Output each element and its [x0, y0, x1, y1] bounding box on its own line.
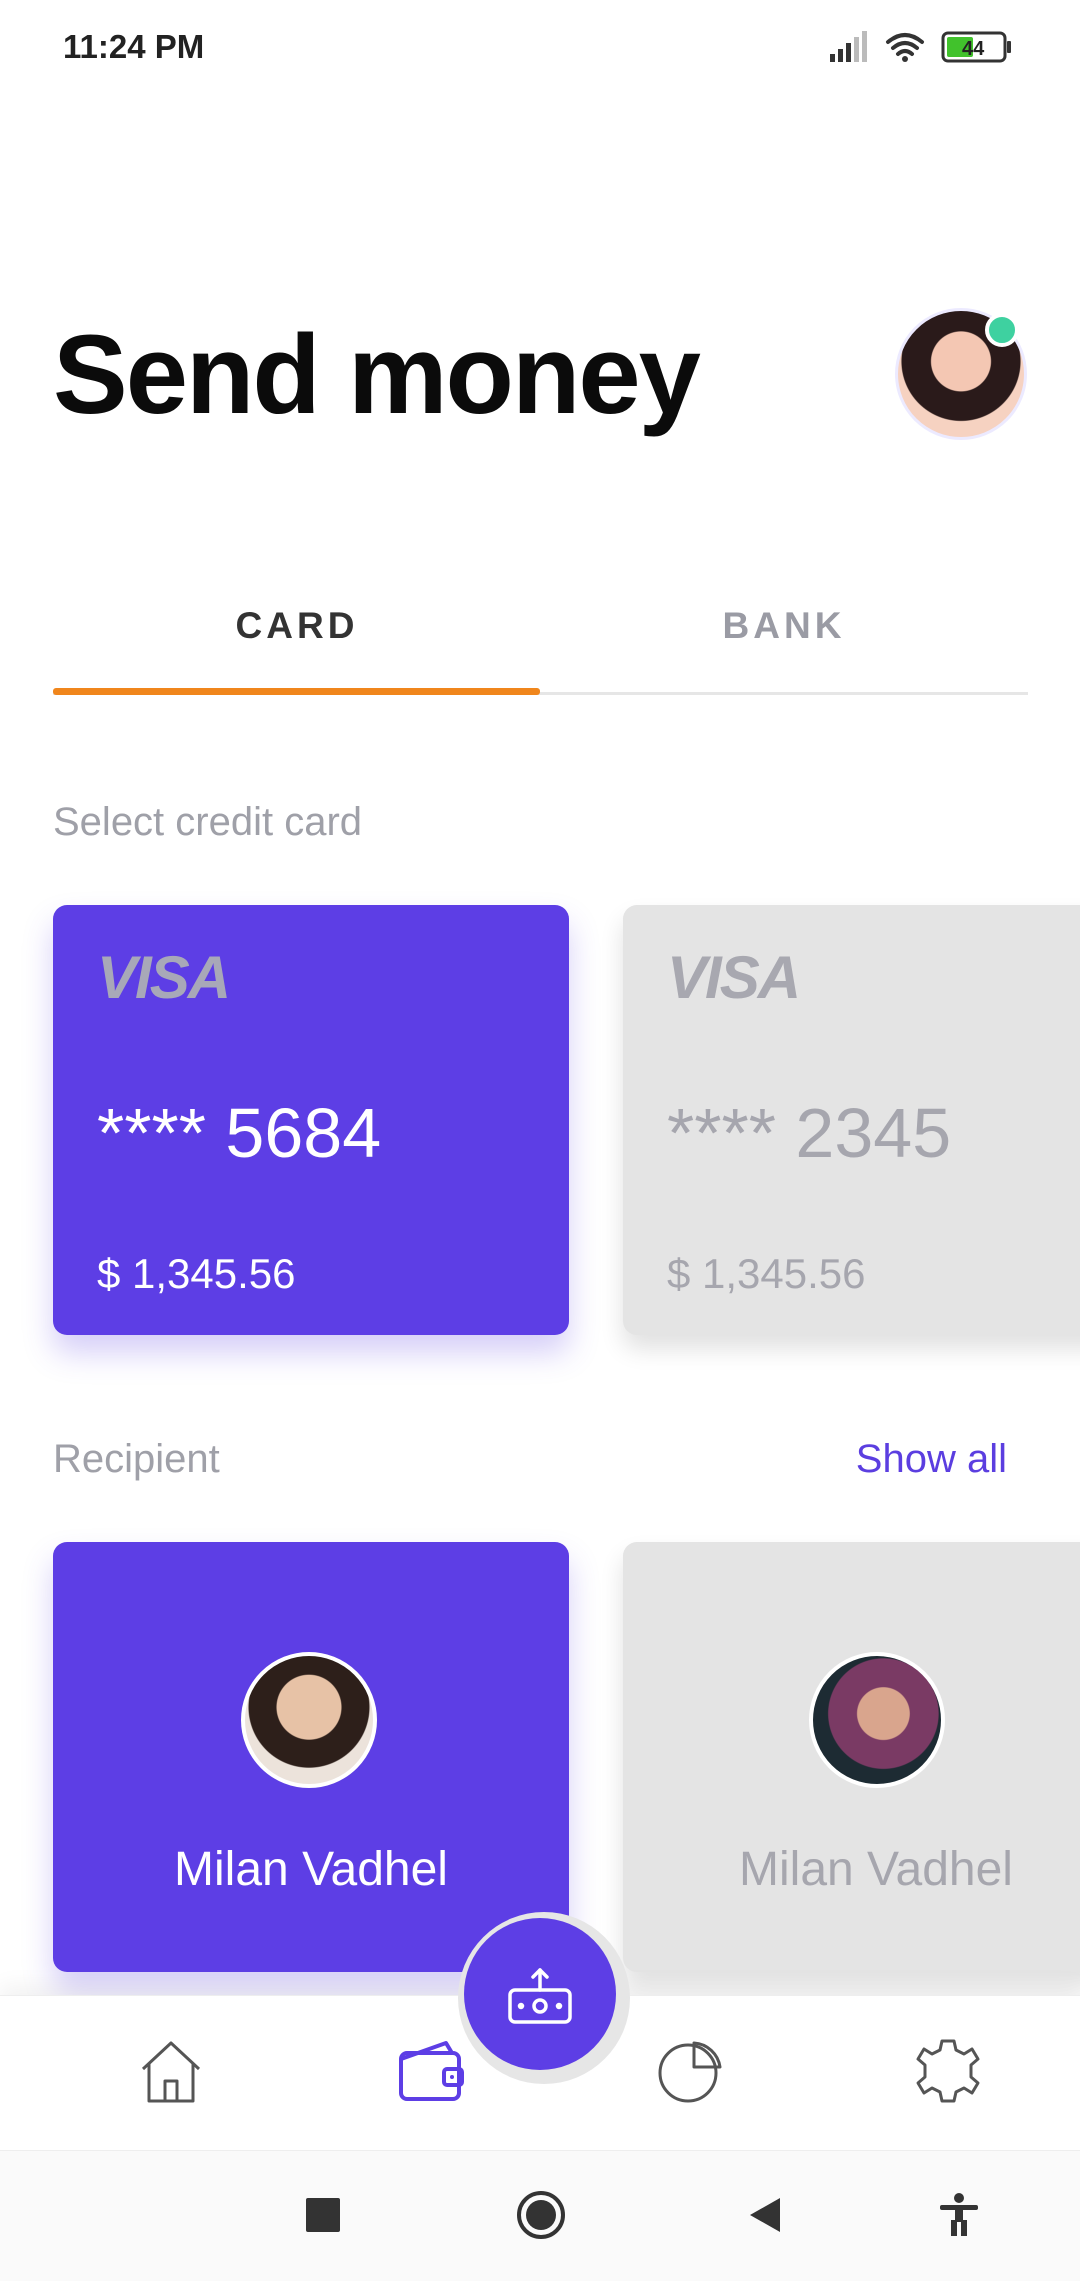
accessibility-icon[interactable]	[934, 2190, 984, 2240]
card-number: **** 5684	[97, 1094, 382, 1172]
tab-card[interactable]: CARD	[53, 605, 541, 647]
recent-apps-icon[interactable]	[298, 2190, 348, 2240]
battery-level: 44	[962, 38, 985, 60]
recipient-avatar	[809, 1652, 945, 1788]
recipient-name: Milan Vadhel	[174, 1843, 448, 1896]
wallet-icon[interactable]	[396, 2035, 468, 2107]
online-status-dot	[985, 313, 1019, 347]
status-time: 11:24 PM	[63, 28, 205, 65]
stats-icon[interactable]	[654, 2035, 726, 2107]
signal-icon	[830, 31, 867, 62]
card-balance: $ 1,345.56	[667, 1250, 866, 1297]
settings-icon[interactable]	[912, 2035, 984, 2107]
recipient-card[interactable]: Milan Vadhel	[623, 1542, 1080, 1972]
battery-icon: 44	[941, 31, 1011, 63]
recipient-avatar	[241, 1652, 377, 1788]
select-card-label: Select credit card	[53, 800, 363, 844]
visa-logo: VISA	[667, 944, 801, 1011]
show-all-link[interactable]: Show all	[856, 1437, 1007, 1482]
recipient-name: Milan Vadhel	[739, 1843, 1013, 1896]
home-icon[interactable]	[135, 2035, 207, 2107]
recipient-label: Recipient	[53, 1437, 220, 1481]
send-money-button[interactable]	[464, 1918, 616, 2070]
credit-card-2345[interactable]: VISA **** 2345 $ 1,345.56	[623, 905, 1080, 1335]
wifi-icon	[886, 33, 924, 62]
card-number: **** 2345	[667, 1094, 952, 1172]
send-money-icon	[508, 1968, 572, 2024]
home-circle-icon[interactable]	[516, 2190, 566, 2240]
card-balance: $ 1,345.56	[97, 1250, 296, 1297]
page-title: Send money	[53, 312, 701, 437]
credit-card-5684[interactable]: VISA **** 5684 $ 1,345.56	[53, 905, 569, 1335]
back-icon[interactable]	[742, 2190, 792, 2240]
recipient-card[interactable]: Milan Vadhel	[53, 1542, 569, 1972]
visa-logo: VISA	[97, 944, 231, 1011]
tab-active-indicator	[53, 688, 540, 695]
status-icons: 44	[830, 28, 1030, 68]
tab-bank[interactable]: BANK	[540, 605, 1028, 647]
